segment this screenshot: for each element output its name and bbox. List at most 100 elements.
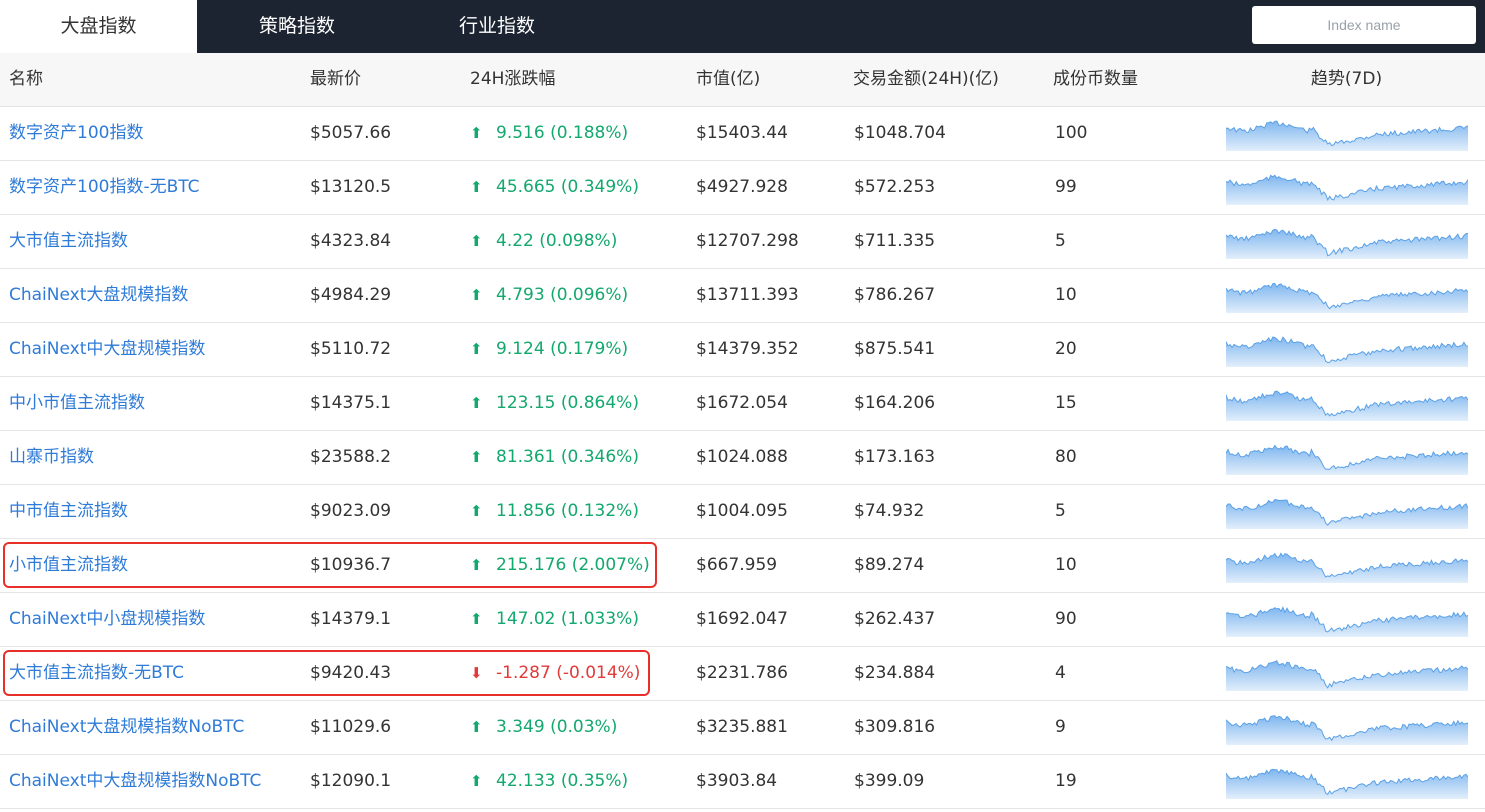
- table-row[interactable]: 山寨币指数 $23588.2 $1024.088 $173.163 80 ⬆ 81.361 …: [0, 431, 1485, 485]
- latest-price: $5057.66: [310, 123, 392, 143]
- constituent-count: 90: [1055, 609, 1077, 629]
- column-header-price[interactable]: 最新价: [310, 53, 361, 106]
- change-24h: 42.133 (0.35%): [496, 771, 629, 791]
- change-24h: 4.22 (0.098%): [496, 231, 618, 251]
- index-name-link[interactable]: 数字资产100指数: [9, 107, 143, 160]
- index-name-link[interactable]: 中市值主流指数: [9, 485, 128, 538]
- trade-volume: $234.884: [854, 663, 936, 683]
- arrow-up-icon: ⬆: [470, 502, 483, 520]
- trade-volume: $875.541: [854, 339, 936, 359]
- table-row[interactable]: 大市值主流指数 $4323.84 $12707.298 $711.335 5 ⬆ 4.22 …: [0, 215, 1485, 269]
- arrow-up-icon: ⬆: [470, 448, 483, 466]
- trend-sparkline: [1226, 715, 1468, 745]
- table-row[interactable]: ChaiNext大盘规模指数 $4984.29 $13711.393 $786.267…: [0, 269, 1485, 323]
- trade-volume: $74.932: [854, 501, 925, 521]
- trend-sparkline: [1226, 174, 1468, 205]
- constituent-count: 4: [1055, 663, 1066, 683]
- constituent-count: 20: [1055, 339, 1077, 359]
- table-row[interactable]: ChaiNext中小盘规模指数 $14379.1 $1692.047 $262.437…: [0, 593, 1485, 647]
- tab-strategy[interactable]: 策略指数: [197, 0, 397, 53]
- constituent-count: 80: [1055, 447, 1077, 467]
- index-name-link[interactable]: ChaiNext大盘规模指数: [9, 269, 188, 322]
- trade-volume: $572.253: [854, 177, 936, 197]
- trade-volume: $89.274: [854, 555, 925, 575]
- index-name-link[interactable]: 大市值主流指数: [9, 215, 128, 268]
- column-header-trend: 趋势(7D): [1310, 69, 1383, 89]
- column-header-constituents[interactable]: 成份币数量: [1053, 53, 1138, 106]
- trade-volume: $1048.704: [854, 123, 946, 143]
- constituent-count: 10: [1055, 555, 1077, 575]
- constituent-count: 15: [1055, 393, 1077, 413]
- trend-sparkline: [1226, 660, 1468, 691]
- arrow-up-icon: ⬆: [470, 394, 483, 412]
- table-row[interactable]: ChaiNext中大盘规模指数NoBTC $12090.1 $3903.84 $399…: [0, 755, 1485, 809]
- trend-sparkline: [1226, 390, 1468, 421]
- trend-sparkline: [1226, 606, 1468, 637]
- market-cap: $15403.44: [696, 123, 788, 143]
- column-header-volume[interactable]: 交易金额(24H)(亿): [853, 53, 999, 106]
- market-cap: $4927.928: [696, 177, 788, 197]
- constituent-count: 100: [1055, 123, 1088, 143]
- column-header-name[interactable]: 名称: [9, 53, 43, 106]
- change-24h: 147.02 (1.033%): [496, 609, 639, 629]
- change-24h: 45.665 (0.349%): [496, 177, 639, 197]
- table-header: 名称 最新价 24H涨跌幅 市值(亿) 交易金额(24H)(亿) 成份币数量 趋…: [0, 53, 1485, 107]
- market-cap: $14379.352: [696, 339, 799, 359]
- index-name-link[interactable]: ChaiNext中小盘规模指数: [9, 593, 205, 646]
- trend-sparkline: [1226, 120, 1468, 151]
- table-row[interactable]: 中小市值主流指数 $14375.1 $1672.054 $164.206 15 ⬆ 123.…: [0, 377, 1485, 431]
- arrow-up-icon: ⬆: [470, 610, 483, 628]
- latest-price: $14375.1: [310, 393, 392, 413]
- index-name-link[interactable]: 中小市值主流指数: [9, 377, 145, 430]
- trade-volume: $711.335: [854, 231, 936, 251]
- constituent-count: 9: [1055, 717, 1066, 737]
- arrow-up-icon: ⬆: [470, 772, 483, 790]
- table-row[interactable]: ChaiNext中大盘规模指数 $5110.72 $14379.352 $875.54…: [0, 323, 1485, 377]
- index-name-link[interactable]: 数字资产100指数-无BTC: [9, 161, 200, 214]
- index-name-link[interactable]: ChaiNext大盘规模指数NoBTC: [9, 701, 244, 754]
- market-cap: $3903.84: [696, 771, 778, 791]
- arrow-up-icon: ⬆: [470, 718, 483, 736]
- column-header-change[interactable]: 24H涨跌幅: [470, 53, 555, 106]
- table-row[interactable]: ChaiNext大盘规模指数NoBTC $11029.6 $3235.881 $309…: [0, 701, 1485, 755]
- constituent-count: 19: [1055, 771, 1077, 791]
- arrow-up-icon: ⬆: [470, 340, 483, 358]
- arrow-up-icon: ⬆: [470, 178, 483, 196]
- market-cap: $667.959: [696, 555, 778, 575]
- tab-broad-market[interactable]: 大盘指数: [0, 0, 197, 53]
- market-cap: $13711.393: [696, 285, 799, 305]
- index-name-link[interactable]: 山寨币指数: [9, 431, 94, 484]
- market-cap: $12707.298: [696, 231, 799, 251]
- market-cap: $3235.881: [696, 717, 788, 737]
- market-cap: $2231.786: [696, 663, 788, 683]
- constituent-count: 5: [1055, 231, 1066, 251]
- change-24h: 3.349 (0.03%): [496, 717, 618, 737]
- index-name-link[interactable]: ChaiNext中大盘规模指数NoBTC: [9, 755, 261, 808]
- tab-industry[interactable]: 行业指数: [397, 0, 597, 53]
- latest-price: $9023.09: [310, 501, 392, 521]
- table-row[interactable]: 中市值主流指数 $9023.09 $1004.095 $74.932 5 ⬆ 11.856 …: [0, 485, 1485, 539]
- trade-volume: $309.816: [854, 717, 936, 737]
- trend-sparkline: [1226, 444, 1468, 475]
- trade-volume: $786.267: [854, 285, 936, 305]
- trend-sparkline: [1226, 552, 1468, 583]
- column-header-market-cap[interactable]: 市值(亿): [696, 53, 760, 106]
- latest-price: $12090.1: [310, 771, 392, 791]
- trade-volume: $164.206: [854, 393, 936, 413]
- change-24h: 9.124 (0.179%): [496, 339, 629, 359]
- highlight-box: [3, 650, 650, 696]
- index-search-input[interactable]: [1252, 6, 1476, 44]
- latest-price: $23588.2: [310, 447, 392, 467]
- trend-sparkline: [1226, 768, 1468, 799]
- trade-volume: $399.09: [854, 771, 925, 791]
- change-24h: 81.361 (0.346%): [496, 447, 639, 467]
- index-name-link[interactable]: ChaiNext中大盘规模指数: [9, 323, 205, 376]
- latest-price: $13120.5: [310, 177, 392, 197]
- arrow-up-icon: ⬆: [470, 124, 483, 142]
- market-cap: $1004.095: [696, 501, 788, 521]
- trade-volume: $262.437: [854, 609, 936, 629]
- constituent-count: 99: [1055, 177, 1077, 197]
- constituent-count: 5: [1055, 501, 1066, 521]
- table-row[interactable]: 数字资产100指数 $5057.66 $15403.44 $1048.704 100 ⬆ 9…: [0, 107, 1485, 161]
- table-row[interactable]: 数字资产100指数-无BTC $13120.5 $4927.928 $572.253 9…: [0, 161, 1485, 215]
